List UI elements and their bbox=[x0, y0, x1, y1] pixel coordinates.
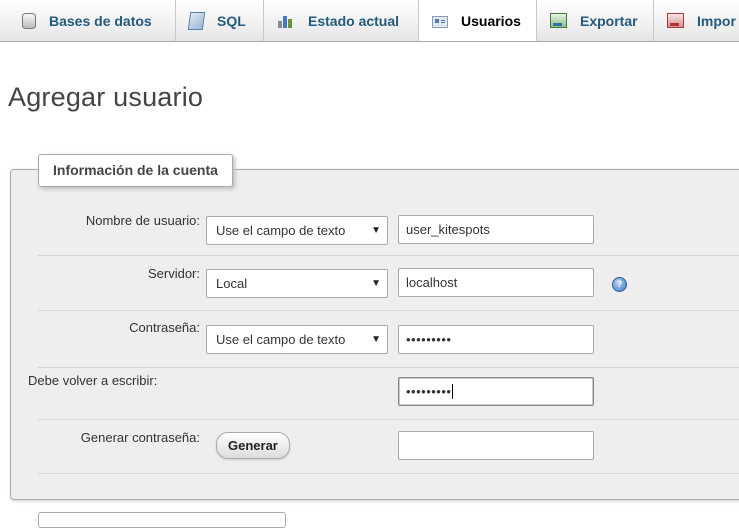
status-chart-icon bbox=[277, 13, 295, 29]
username-type-value: Use el campo de texto bbox=[216, 223, 346, 238]
top-tab-bar: Bases de datos SQL Estado actual Usuario… bbox=[0, 0, 739, 42]
server-row: Servidor: Local ▼ localhost ? bbox=[38, 255, 739, 311]
retype-label: Debe volver a escribir: bbox=[28, 373, 158, 388]
next-fieldset-legend bbox=[38, 512, 286, 528]
database-icon bbox=[22, 12, 36, 29]
sql-icon bbox=[187, 11, 206, 30]
generated-password-input[interactable] bbox=[398, 431, 594, 460]
username-label: Nombre de usuario: bbox=[85, 213, 200, 228]
server-label: Servidor: bbox=[147, 266, 200, 281]
server-type-select[interactable]: Local ▼ bbox=[206, 269, 388, 298]
chevron-down-icon: ▼ bbox=[371, 278, 381, 289]
export-icon bbox=[550, 13, 567, 28]
text-caret bbox=[452, 384, 454, 399]
chevron-down-icon: ▼ bbox=[371, 225, 381, 236]
tab-status[interactable]: Estado actual bbox=[264, 0, 419, 41]
tab-users-label: Usuarios bbox=[461, 12, 521, 29]
server-input[interactable]: localhost bbox=[398, 268, 594, 297]
tab-sql-label: SQL bbox=[217, 12, 246, 29]
server-type-value: Local bbox=[216, 276, 248, 291]
retype-password-input[interactable]: ••••••••• bbox=[398, 377, 594, 406]
retype-row: Debe volver a escribir: ••••••••• bbox=[28, 367, 739, 420]
password-type-select[interactable]: Use el campo de texto ▼ bbox=[206, 325, 388, 354]
username-row: Nombre de usuario: Use el campo de texto… bbox=[38, 198, 739, 256]
users-icon bbox=[432, 15, 448, 28]
chevron-down-icon: ▼ bbox=[371, 334, 381, 345]
import-icon bbox=[667, 13, 684, 28]
tab-databases[interactable]: Bases de datos bbox=[0, 0, 176, 41]
password-type-value: Use el campo de texto bbox=[216, 332, 346, 347]
tab-export-label: Exportar bbox=[580, 12, 638, 29]
password-input[interactable]: ••••••••• bbox=[398, 325, 594, 354]
tab-users[interactable]: Usuarios bbox=[419, 0, 537, 41]
retype-value: ••••••••• bbox=[406, 384, 452, 399]
tab-import-label: Impor bbox=[697, 12, 736, 29]
tab-sql[interactable]: SQL bbox=[176, 0, 264, 41]
page-title: Agregar usuario bbox=[8, 82, 204, 112]
account-info-legend: Información de la cuenta bbox=[38, 154, 233, 187]
generate-password-button[interactable]: Generar bbox=[216, 432, 290, 459]
generate-row: Generar contraseña: Generar bbox=[38, 419, 739, 474]
password-label: Contraseña: bbox=[129, 320, 200, 335]
tab-databases-label: Bases de datos bbox=[49, 12, 152, 29]
tab-export[interactable]: Exportar bbox=[537, 0, 654, 41]
generate-label: Generar contraseña: bbox=[80, 430, 200, 445]
tab-import[interactable]: Impor bbox=[654, 0, 739, 41]
username-type-select[interactable]: Use el campo de texto ▼ bbox=[206, 216, 388, 245]
help-icon[interactable]: ? bbox=[612, 277, 627, 292]
password-value: ••••••••• bbox=[406, 332, 452, 347]
username-input[interactable]: user_kitespots bbox=[398, 215, 594, 244]
password-row: Contraseña: Use el campo de texto ▼ ••••… bbox=[38, 310, 739, 368]
tab-status-label: Estado actual bbox=[308, 12, 400, 29]
